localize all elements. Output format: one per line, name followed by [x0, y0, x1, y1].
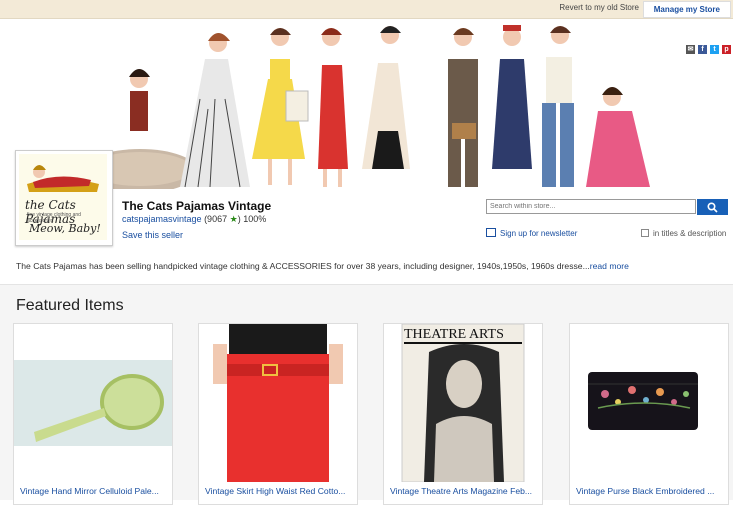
featured-item-card[interactable]: Vintage Hand Mirror Celluloid Pale...: [13, 323, 173, 505]
featured-item-card[interactable]: THEATRE ARTS Vintage Theatre Arts Magazi…: [383, 323, 543, 505]
social-share-bar: ✉ f t p: [686, 45, 731, 54]
newsletter-icon: [486, 228, 496, 237]
pinterest-icon[interactable]: p: [722, 45, 731, 54]
star-icon: ★: [229, 214, 238, 224]
twitter-icon[interactable]: t: [710, 45, 719, 54]
hand-mirror-image: [14, 324, 172, 482]
email-icon[interactable]: ✉: [686, 45, 695, 54]
store-name: The Cats Pajamas Vintage: [122, 199, 272, 213]
featured-title: Featured Items: [16, 297, 124, 314]
read-more-link[interactable]: read more: [590, 261, 629, 271]
facebook-icon[interactable]: f: [698, 45, 707, 54]
featured-item-title[interactable]: Vintage Theatre Arts Magazine Feb...: [390, 486, 532, 496]
embroidered-purse-image: [570, 324, 728, 482]
featured-item-title[interactable]: Vintage Skirt High Waist Red Cotto...: [205, 486, 345, 496]
newsletter-signup-link[interactable]: Sign up for newsletter: [486, 228, 577, 238]
store-search-input[interactable]: [486, 199, 696, 214]
logo-lounging-lady-illustration: [27, 165, 99, 192]
featured-item-card[interactable]: Vintage Purse Black Embroidered ...: [569, 323, 729, 505]
revert-store-link[interactable]: Revert to my old Store: [559, 3, 639, 12]
manage-store-button[interactable]: Manage my Store: [642, 1, 731, 18]
magazine-masthead: THEATRE ARTS: [404, 327, 504, 342]
red-skirt-image: [199, 324, 357, 482]
seller-info: catspajamasvintage (9067 ★) 100%: [122, 214, 266, 225]
positive-feedback-percent: 100%: [243, 214, 267, 224]
search-icon: [707, 202, 718, 213]
theatre-arts-magazine-image: THEATRE ARTS: [384, 324, 542, 482]
featured-item-card[interactable]: Vintage Skirt High Waist Red Cotto...: [198, 323, 358, 505]
titles-description-checkbox[interactable]: [641, 229, 649, 237]
feedback-score[interactable]: (9067 ★): [204, 214, 241, 224]
store-logo[interactable]: the Cats Pajamas fine vintage clothing a…: [15, 150, 113, 246]
search-button[interactable]: [697, 199, 728, 215]
store-description: The Cats Pajamas has been selling handpi…: [16, 261, 629, 271]
featured-item-title[interactable]: Vintage Purse Black Embroidered ...: [576, 486, 714, 496]
featured-item-title[interactable]: Vintage Hand Mirror Celluloid Pale...: [20, 486, 159, 496]
seller-username-link[interactable]: catspajamasvintage: [122, 214, 202, 224]
save-seller-link[interactable]: Save this seller: [122, 230, 183, 240]
top-bar: Revert to my old Store Manage my Store: [0, 0, 733, 19]
titles-description-option[interactable]: in titles & description: [641, 229, 726, 238]
logo-slogan: Meow, Baby!: [29, 222, 101, 235]
